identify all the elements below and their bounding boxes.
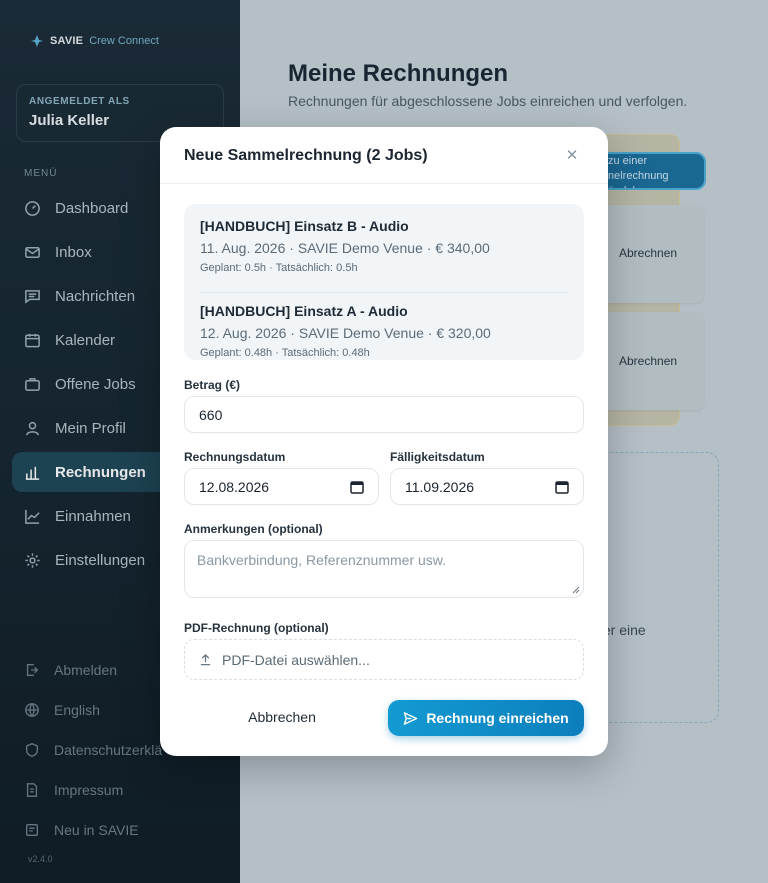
job-title: [HANDBUCH] Einsatz A - Audio xyxy=(200,303,408,319)
notes-placeholder: Bankverbindung, Referenznummer usw. xyxy=(197,552,447,568)
calendar-icon[interactable] xyxy=(555,480,569,494)
pdf-upload-field[interactable]: PDF-Datei auswählen... xyxy=(184,639,584,680)
upload-icon xyxy=(200,653,211,666)
modal-title: Neue Sammelrechnung (2 Jobs) xyxy=(184,147,428,164)
due-date-field[interactable]: 11.09.2026 xyxy=(390,468,584,505)
resize-handle-icon[interactable] xyxy=(572,586,580,594)
job-hours: Geplant: 0.48h · Tatsächlich: 0.48h xyxy=(200,347,370,359)
due-date-value: 11.09.2026 xyxy=(405,478,475,495)
amount-value: 660 xyxy=(199,406,223,423)
amount-label: Betrag (€) xyxy=(184,378,241,392)
close-icon[interactable]: ✕ xyxy=(564,148,580,164)
job-hours: Geplant: 0.5h · Tatsächlich: 0.5h xyxy=(200,262,358,274)
pdf-placeholder: PDF-Datei auswählen... xyxy=(222,651,370,668)
list-item: [HANDBUCH] Einsatz A - Audio 12. Aug. 20… xyxy=(200,292,568,362)
cancel-button[interactable]: Abbrechen xyxy=(184,699,380,735)
job-meta: 12. Aug. 2026 · SAVIE Demo Venue · € 320… xyxy=(200,325,491,341)
invoice-date-label: Rechnungsdatum xyxy=(184,450,286,464)
due-date-label: Fälligkeitsdatum xyxy=(390,450,485,464)
calendar-icon[interactable] xyxy=(350,480,364,494)
selected-jobs-list: [HANDBUCH] Einsatz B - Audio 11. Aug. 20… xyxy=(184,204,584,360)
amount-field[interactable]: 660 xyxy=(184,396,584,433)
modal-header: Neue Sammelrechnung (2 Jobs) ✕ xyxy=(160,127,608,184)
submit-invoice-button[interactable]: Rechnung einreichen xyxy=(388,700,584,736)
notes-label: Anmerkungen (optional) xyxy=(184,522,323,536)
invoice-date-field[interactable]: 12.08.2026 xyxy=(184,468,379,505)
notes-field[interactable]: Bankverbindung, Referenznummer usw. xyxy=(184,540,584,598)
list-item: [HANDBUCH] Einsatz B - Audio 11. Aug. 20… xyxy=(200,218,568,288)
pdf-label: PDF-Rechnung (optional) xyxy=(184,621,329,635)
submit-label: Rechnung einreichen xyxy=(426,710,569,726)
job-title: [HANDBUCH] Einsatz B - Audio xyxy=(200,218,409,234)
invoice-date-value: 12.08.2026 xyxy=(199,478,270,495)
send-icon xyxy=(404,711,418,725)
job-meta: 11. Aug. 2026 · SAVIE Demo Venue · € 340… xyxy=(200,240,490,256)
invoice-modal: Neue Sammelrechnung (2 Jobs) ✕ [HANDBUCH… xyxy=(160,127,608,756)
